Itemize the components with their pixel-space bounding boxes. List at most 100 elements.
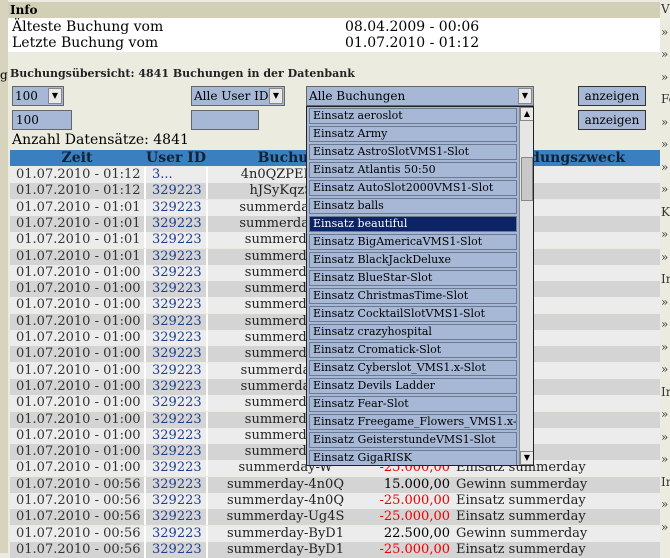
- show-button[interactable]: anzeigen: [578, 86, 646, 106]
- dropdown-option[interactable]: Einsatz crazyhospital: [309, 324, 517, 340]
- time-cell: 01.07.2010 - 01:00: [16, 281, 141, 297]
- time-cell: 01.07.2010 - 01:00: [16, 411, 141, 427]
- dropdown-option[interactable]: Einsatz aeroslot: [309, 108, 517, 124]
- user-id-link[interactable]: 329223: [146, 493, 206, 509]
- scroll-thumb[interactable]: [521, 157, 533, 201]
- user-select-value: Alle User IDs: [194, 89, 275, 103]
- user-id-link[interactable]: 329223: [146, 297, 206, 313]
- column-divider: [144, 264, 146, 281]
- dropdown-scrollbar[interactable]: ▲ ▼: [519, 107, 533, 465]
- column-divider: [206, 444, 208, 461]
- limit-select[interactable]: 100 ▼: [12, 86, 64, 106]
- user-id-link[interactable]: 329223: [146, 509, 206, 525]
- user-id-link[interactable]: 329223: [146, 330, 206, 346]
- column-divider: [206, 395, 208, 412]
- time-cell: 01.07.2010 - 01:12: [16, 167, 141, 182]
- column-divider: [144, 541, 146, 558]
- column-divider: [206, 297, 208, 314]
- dropdown-option[interactable]: Einsatz beautiful: [309, 216, 517, 232]
- user-id-link[interactable]: 329223: [146, 477, 206, 493]
- purpose-cell: Einsatz summerday: [456, 493, 586, 508]
- column-divider: [206, 183, 208, 200]
- column-divider: [144, 346, 146, 363]
- dropdown-option[interactable]: Einsatz BigAmericaVMS1-Slot: [309, 234, 517, 250]
- user-id-link[interactable]: 329223: [146, 200, 206, 216]
- dropdown-option[interactable]: Einsatz Army: [309, 126, 517, 142]
- scroll-down-icon[interactable]: ▼: [520, 451, 533, 465]
- column-divider: [206, 411, 208, 428]
- user-id-link[interactable]: 329223: [146, 216, 206, 232]
- time-cell: 01.07.2010 - 01:00: [16, 362, 141, 378]
- user-select[interactable]: Alle User IDs ▼: [191, 86, 285, 106]
- chevron-right-icon: »: [661, 407, 669, 421]
- user-id-link[interactable]: 329223: [146, 265, 206, 281]
- dropdown-option[interactable]: Einsatz ChristmasTime-Slot: [309, 288, 517, 304]
- user-id-link[interactable]: 329223: [146, 249, 206, 265]
- user-id-link[interactable]: 329223: [146, 183, 206, 199]
- dropdown-option[interactable]: Einsatz Cromatick-Slot: [309, 342, 517, 358]
- chevron-right-icon: »: [661, 69, 669, 84]
- dropdown-option[interactable]: Einsatz Fear-Slot: [309, 396, 517, 412]
- user-id-link[interactable]: 329223: [146, 346, 206, 362]
- booking-dropdown-list[interactable]: Einsatz aeroslot Einsatz Army Einsatz Astr…: [306, 106, 534, 466]
- dropdown-option[interactable]: Einsatz balls: [309, 198, 517, 214]
- user-id-link[interactable]: 329223: [146, 379, 206, 395]
- user-id-input[interactable]: [191, 110, 259, 130]
- dropdown-option[interactable]: Einsatz GigaRISK: [309, 450, 517, 465]
- chevron-right-icon: »: [661, 317, 669, 331]
- chevron-down-icon: ▼: [48, 88, 62, 104]
- time-cell: 01.07.2010 - 00:56: [16, 541, 141, 557]
- user-id-link[interactable]: 329223: [146, 412, 206, 428]
- header-time[interactable]: Zeit: [10, 150, 144, 166]
- column-divider: [144, 427, 146, 444]
- dropdown-option[interactable]: Einsatz Devils Ladder: [309, 378, 517, 394]
- user-id-link[interactable]: 329223: [146, 428, 206, 444]
- column-divider: [206, 460, 208, 477]
- limit-input[interactable]: 100: [12, 110, 72, 130]
- scroll-up-icon[interactable]: ▲: [520, 107, 533, 121]
- time-cell: 01.07.2010 - 01:01: [16, 199, 141, 215]
- header-user-id[interactable]: User ID: [146, 150, 206, 166]
- booking-select[interactable]: Alle Buchungen ▼: [306, 86, 534, 106]
- purpose-cell: Einsatz summerday: [456, 541, 586, 557]
- table-row: 01.07.2010 - 00:56 329223 summerday-Ug4S -2…: [10, 509, 660, 526]
- sidebar-heading: Fo: [661, 92, 670, 106]
- user-id-link[interactable]: 329223: [146, 363, 206, 379]
- column-divider: [144, 297, 146, 314]
- sidebar-heading: In: [661, 272, 670, 286]
- column-divider: [144, 411, 146, 428]
- user-id-link[interactable]: 3...: [146, 167, 206, 183]
- dropdown-option[interactable]: Einsatz Atlantis 50:50: [309, 162, 517, 178]
- user-id-link[interactable]: 329223: [146, 526, 206, 542]
- column-divider: [206, 346, 208, 363]
- user-id-link[interactable]: 329223: [146, 232, 206, 248]
- chevron-right-icon: »: [661, 452, 669, 466]
- chevron-right-icon: »: [661, 24, 669, 39]
- column-divider: [206, 330, 208, 346]
- show-button-2[interactable]: anzeigen: [578, 110, 646, 130]
- user-id-link[interactable]: 329223: [146, 314, 206, 330]
- amount-cell: -25.000,00: [379, 493, 450, 508]
- dropdown-option[interactable]: Einsatz GeisterstundeVMS1-Slot: [309, 432, 517, 448]
- dropdown-option[interactable]: Einsatz AutoSlot2000VMS1-Slot: [309, 180, 517, 196]
- column-divider: [206, 476, 208, 493]
- dropdown-option[interactable]: Einsatz BlackJackDeluxe: [309, 252, 517, 268]
- user-id-link[interactable]: 329223: [146, 444, 206, 460]
- dropdown-option[interactable]: Einsatz CocktailSlotVMS1-Slot: [309, 306, 517, 322]
- time-cell: 01.07.2010 - 01:01: [16, 248, 141, 264]
- dropdown-option[interactable]: Einsatz BlueStar-Slot: [309, 270, 517, 286]
- user-id-link[interactable]: 329223: [146, 395, 206, 411]
- table-row: 01.07.2010 - 00:56 329223 summerday-4n0Q 15…: [10, 476, 660, 493]
- chevron-right-icon: »: [661, 227, 669, 241]
- column-divider: [206, 493, 208, 509]
- dropdown-option[interactable]: Einsatz Cyberslot_VMS1.x-Slot: [309, 360, 517, 376]
- header-purpose[interactable]: ndungszweck: [520, 150, 660, 166]
- user-id-link[interactable]: 329223: [146, 460, 206, 476]
- dropdown-option[interactable]: Einsatz Freegame_Flowers_VMS1.x-Slot: [309, 414, 517, 430]
- user-id-link[interactable]: 329223: [146, 542, 206, 558]
- column-divider: [206, 525, 208, 542]
- dropdown-option[interactable]: Einsatz AstroSlotVMS1-Slot: [309, 144, 517, 160]
- column-divider: [206, 313, 208, 330]
- chevron-down-icon: ▼: [518, 88, 532, 104]
- user-id-link[interactable]: 329223: [146, 281, 206, 297]
